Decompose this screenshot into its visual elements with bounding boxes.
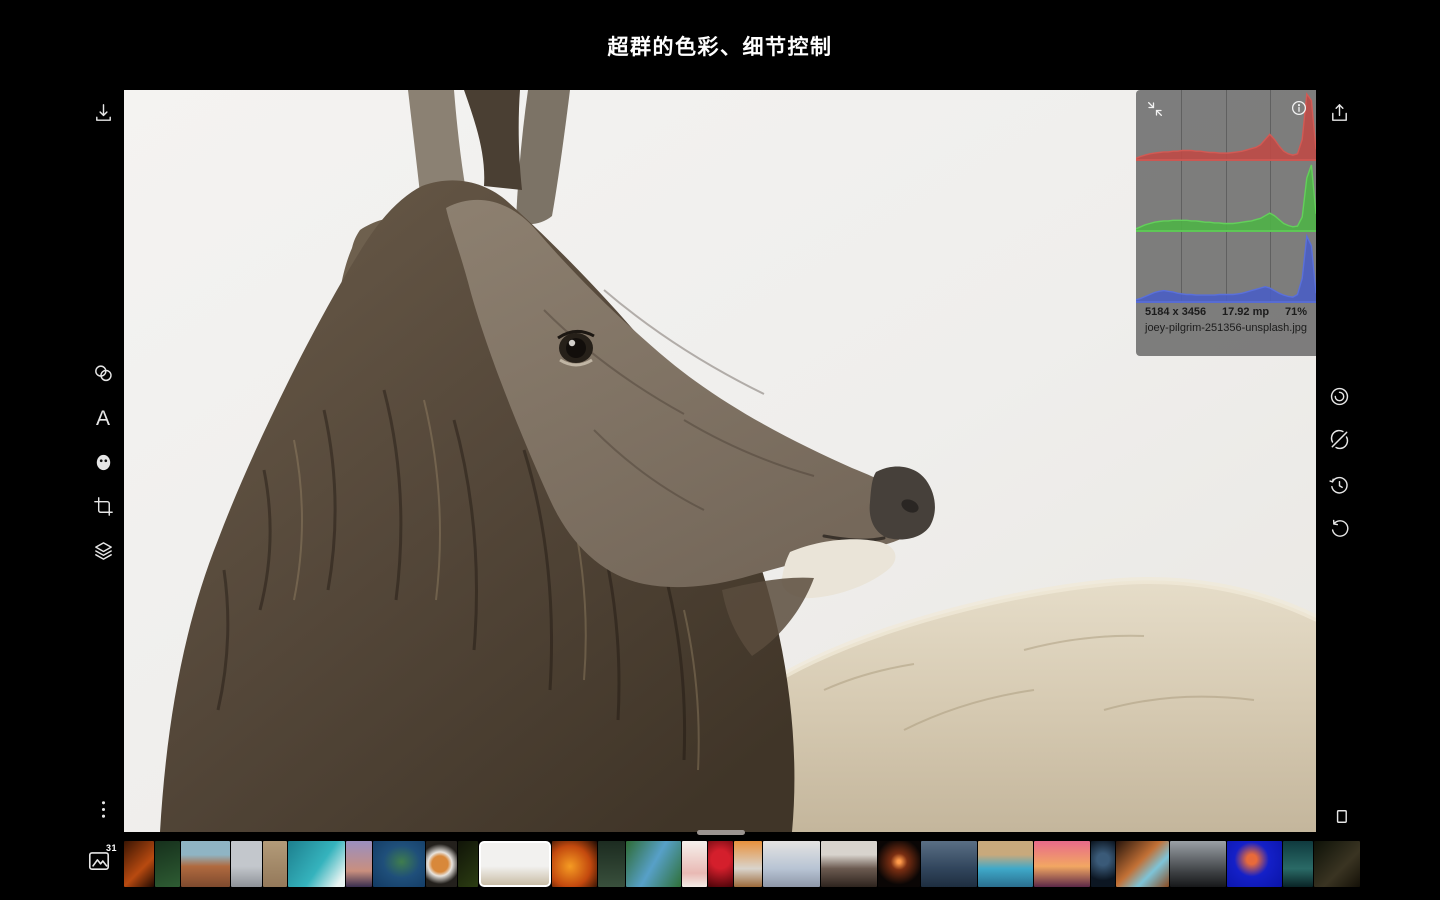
retouch-icon xyxy=(92,451,115,474)
ml-enhance-button[interactable] xyxy=(1324,381,1354,411)
text-tool-icon: A xyxy=(96,408,110,429)
crop-icon xyxy=(92,495,115,518)
revert-button[interactable] xyxy=(1324,513,1354,543)
thumbnail-teal-castle[interactable] xyxy=(1283,841,1313,887)
photo-library-button[interactable] xyxy=(86,848,120,882)
share-icon xyxy=(1328,102,1351,125)
history-button[interactable] xyxy=(1324,470,1354,500)
thumbnail-surfer-dark[interactable] xyxy=(1091,841,1115,887)
layers-button[interactable] xyxy=(88,535,118,565)
thumbnail-ocean-wave[interactable] xyxy=(288,841,345,887)
thumbnail-forest-river-aerial[interactable] xyxy=(626,841,681,887)
thumbnail-canyon[interactable] xyxy=(1116,841,1169,887)
collapse-icon xyxy=(1146,100,1164,118)
histogram-blue xyxy=(1136,232,1316,303)
thumbnail-portrait-dark[interactable] xyxy=(821,841,877,887)
page-title: 超群的色彩、细节控制 xyxy=(0,31,1440,61)
histogram-green xyxy=(1136,161,1316,232)
more-icon xyxy=(92,798,115,821)
thumbnail-storefront-person[interactable] xyxy=(734,841,762,887)
toggle-browser-icon xyxy=(1328,805,1351,828)
thumbnail-food-bowl[interactable] xyxy=(426,841,457,887)
text-tool-button[interactable]: A xyxy=(88,403,118,433)
toggle-browser-button[interactable] xyxy=(1324,801,1354,831)
thumbnail-sunset-silhouette[interactable] xyxy=(1034,841,1090,887)
histogram-panel: 5184 x 3456 17.92 mp 71% joey-pilgrim-25… xyxy=(1136,90,1316,356)
thumbnail-havana-street[interactable] xyxy=(978,841,1033,887)
thumbnail-dark-plants[interactable] xyxy=(458,841,478,887)
photo-count-badge: 31 xyxy=(106,843,117,853)
adjust-colors-button[interactable] xyxy=(88,358,118,388)
crop-button[interactable] xyxy=(88,491,118,521)
thumbnail-jellyfish[interactable] xyxy=(1227,841,1282,887)
thumbnail-italian-buildings[interactable] xyxy=(181,841,230,887)
image-filename: joey-pilgrim-251356-unsplash.jpg xyxy=(1136,322,1316,334)
compare-icon xyxy=(1328,428,1351,451)
histogram-channels xyxy=(1136,90,1316,303)
revert-icon xyxy=(1328,517,1351,540)
thumbnail-fire-closeup[interactable] xyxy=(124,841,154,887)
thumbnail-sand-texture[interactable] xyxy=(263,841,287,887)
thumbnail-dark-tower[interactable] xyxy=(1170,841,1226,887)
image-dimensions: 5184 x 3456 xyxy=(1145,306,1206,318)
image-megapixels: 17.92 mp xyxy=(1222,306,1269,318)
photo-canvas[interactable]: 5184 x 3456 17.92 mp 71% joey-pilgrim-25… xyxy=(124,90,1316,832)
collapse-panel-button[interactable] xyxy=(1144,98,1166,120)
download-button[interactable] xyxy=(88,98,118,128)
info-button[interactable] xyxy=(1288,97,1310,119)
thumbnail-green-leaves[interactable] xyxy=(155,841,180,887)
thumbnail-strip xyxy=(124,841,1360,887)
browser-drag-handle[interactable] xyxy=(697,830,745,835)
history-icon xyxy=(1328,474,1351,497)
thumbnail-glowing-sun[interactable] xyxy=(878,841,920,887)
zoom-level: 71% xyxy=(1285,306,1307,318)
retouch-button[interactable] xyxy=(88,447,118,477)
thumbnail-window-foliage[interactable] xyxy=(598,841,625,887)
thumbnail-fire-explosion[interactable] xyxy=(552,841,597,887)
thumbnail-deer-selected[interactable] xyxy=(479,841,551,887)
thumbnail-basketball-hoop[interactable] xyxy=(231,841,262,887)
thumbnail-pink-flowers[interactable] xyxy=(682,841,707,887)
thumbnail-stormy-sea[interactable] xyxy=(921,841,977,887)
adjust-colors-icon xyxy=(92,362,115,385)
info-icon xyxy=(1290,99,1308,117)
more-button[interactable] xyxy=(88,794,118,824)
thumbnail-island-aerial[interactable] xyxy=(373,841,425,887)
compare-button[interactable] xyxy=(1324,424,1354,454)
image-info-row: 5184 x 3456 17.92 mp 71% xyxy=(1136,306,1316,318)
thumbnail-red-portrait[interactable] xyxy=(708,841,733,887)
download-icon xyxy=(92,102,115,125)
layers-icon xyxy=(92,539,115,562)
thumbnail-orchid-dark[interactable] xyxy=(1314,841,1360,887)
thumbnail-palm-trees[interactable] xyxy=(346,841,372,887)
thumbnail-portrait-bright[interactable] xyxy=(763,841,820,887)
share-button[interactable] xyxy=(1324,98,1354,128)
ml-enhance-icon xyxy=(1328,385,1351,408)
